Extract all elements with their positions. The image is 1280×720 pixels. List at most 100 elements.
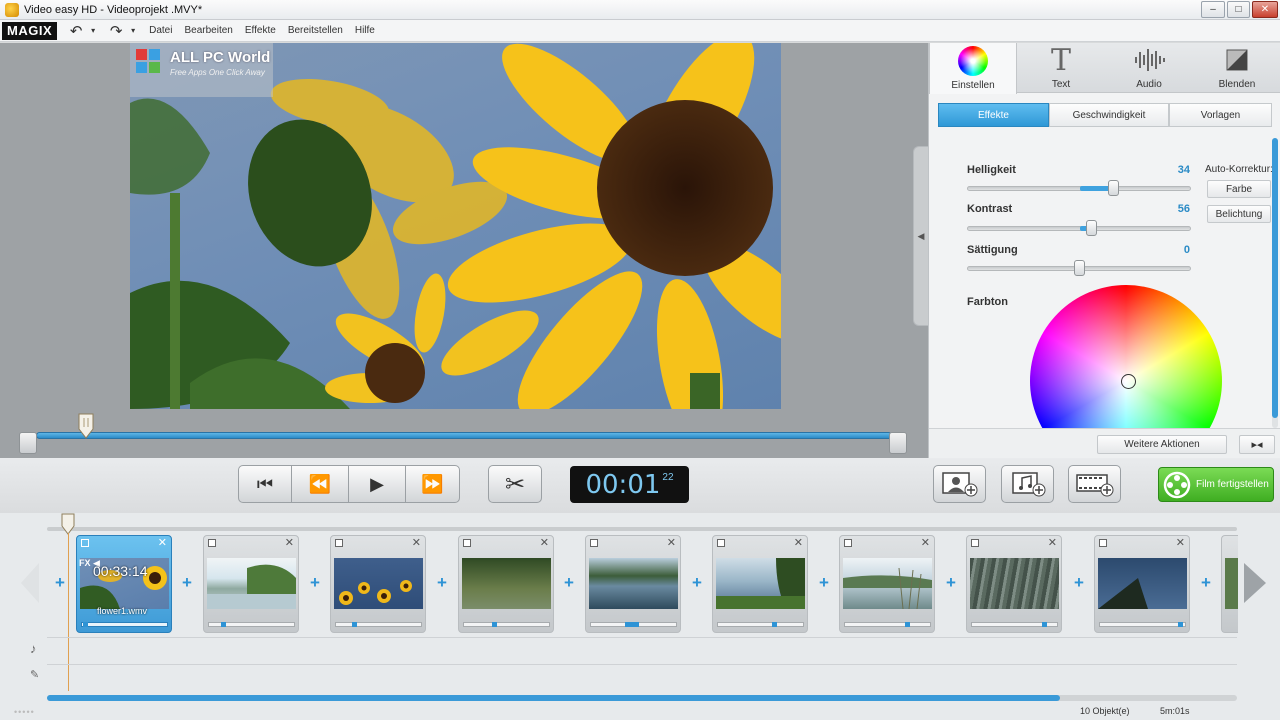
timeline-ruler[interactable] — [47, 527, 1237, 531]
auto-belichtung-button[interactable]: Belichtung — [1207, 205, 1271, 223]
clip-checkbox[interactable] — [590, 539, 598, 547]
clip-4[interactable]: ✕ — [458, 535, 554, 633]
clip-checkbox[interactable] — [463, 539, 471, 547]
saettigung-slider-thumb[interactable] — [1074, 260, 1085, 276]
watermark: ALL PC World Free Apps One Click Away — [130, 43, 273, 97]
clip-3[interactable]: ✕ — [330, 535, 426, 633]
go-to-start-button[interactable]: ⏮ — [238, 465, 292, 503]
subtab-effekte[interactable]: Effekte — [938, 103, 1049, 127]
clip-9[interactable]: ✕ — [1094, 535, 1190, 633]
insert-plus-button[interactable]: + — [1071, 573, 1087, 592]
app-icon — [5, 2, 19, 17]
clip-remove-icon[interactable]: ✕ — [540, 536, 549, 549]
add-photo-button[interactable] — [933, 465, 986, 503]
finish-movie-button[interactable]: Film fertigstellen — [1158, 467, 1274, 502]
menu-datei[interactable]: Datei — [149, 25, 172, 36]
undo-icon[interactable]: ↶ — [65, 22, 87, 40]
video-preview[interactable] — [130, 43, 781, 409]
music-track[interactable] — [47, 637, 1237, 663]
clip-10[interactable] — [1221, 535, 1238, 633]
scrub-start-marker[interactable] — [19, 432, 37, 454]
insert-plus-button[interactable]: + — [1198, 573, 1214, 592]
insert-plus-button[interactable]: + — [179, 573, 195, 592]
more-actions-button[interactable]: Weitere Aktionen — [1097, 435, 1227, 454]
close-button[interactable]: ✕ — [1252, 1, 1278, 18]
timeline-scrollbar[interactable] — [47, 695, 1237, 701]
menu-bereitstellen[interactable]: Bereitstellen — [288, 25, 343, 36]
scrub-end-marker[interactable] — [889, 432, 907, 454]
clip-remove-icon[interactable]: ✕ — [794, 536, 803, 549]
clip-6[interactable]: ✕ — [712, 535, 808, 633]
insert-plus-button[interactable]: + — [816, 573, 832, 592]
scroll-left-icon[interactable] — [19, 561, 41, 605]
clip-remove-icon[interactable]: ✕ — [1048, 536, 1057, 549]
tab-audio[interactable]: Audio — [1105, 43, 1193, 93]
menu-effekte[interactable]: Effekte — [245, 25, 276, 36]
split-icon[interactable]: ▸◂ — [1239, 435, 1275, 454]
transport-bar: ⏮ ⏪ ▶ ⏩ ✂ 00:01 22 Film fertigstellen — [0, 458, 1280, 513]
clip-remove-icon[interactable]: ✕ — [412, 536, 421, 549]
insert-plus-button[interactable]: + — [943, 573, 959, 592]
clip-filename: flower1.wmv — [97, 606, 148, 616]
clip-checkbox[interactable] — [1099, 539, 1107, 547]
clip-checkbox[interactable] — [971, 539, 979, 547]
subtab-vorlagen[interactable]: Vorlagen — [1169, 103, 1272, 127]
minimize-button[interactable]: – — [1201, 1, 1225, 18]
tab-einstellen[interactable]: Einstellen — [929, 43, 1017, 94]
clip-remove-icon[interactable]: ✕ — [285, 536, 294, 549]
hue-cursor[interactable] — [1121, 374, 1136, 389]
redo-icon[interactable]: ↷ — [105, 22, 127, 40]
menu-bearbeiten[interactable]: Bearbeiten — [184, 25, 232, 36]
auto-farbe-button[interactable]: Farbe — [1207, 180, 1271, 198]
clip-remove-icon[interactable]: ✕ — [667, 536, 676, 549]
clip-checkbox[interactable] — [208, 539, 216, 547]
clip-remove-icon[interactable]: ✕ — [1176, 536, 1185, 549]
kontrast-slider[interactable] — [967, 220, 1191, 236]
add-video-button[interactable] — [1068, 465, 1121, 503]
play-button[interactable]: ▶ — [348, 465, 406, 503]
preview-scrub-track[interactable] — [36, 432, 892, 439]
clip-checkbox[interactable] — [335, 539, 343, 547]
insert-plus-button[interactable]: + — [434, 573, 450, 592]
clip-remove-icon[interactable]: ✕ — [158, 536, 167, 549]
clip-checkbox[interactable] — [81, 539, 89, 547]
kontrast-slider-thumb[interactable] — [1086, 220, 1097, 236]
timeline-playhead-handle[interactable] — [60, 513, 76, 535]
fast-forward-button[interactable]: ⏩ — [405, 465, 460, 503]
insert-plus-button[interactable]: + — [52, 573, 68, 592]
tab-text[interactable]: T Text — [1017, 43, 1105, 93]
clip-checkbox[interactable] — [844, 539, 852, 547]
panel-scrollbar[interactable] — [1272, 138, 1278, 428]
menu-hilfe[interactable]: Hilfe — [355, 25, 375, 36]
panel-collapse-tab[interactable]: ◀ — [913, 146, 928, 326]
helligkeit-slider[interactable] — [967, 180, 1191, 196]
insert-plus-button[interactable]: + — [561, 573, 577, 592]
saettigung-value: 0 — [1183, 244, 1190, 256]
helligkeit-label: Helligkeit — [967, 164, 1016, 176]
tab-blenden[interactable]: Blenden — [1193, 43, 1280, 93]
helligkeit-slider-thumb[interactable] — [1108, 180, 1119, 196]
clip-7[interactable]: ✕ — [839, 535, 935, 633]
saettigung-label: Sättigung — [967, 244, 1018, 256]
playhead-handle[interactable] — [77, 413, 95, 439]
timeline-scrollbar-thumb[interactable] — [47, 695, 1060, 701]
insert-plus-button[interactable]: + — [307, 573, 323, 592]
clip-8[interactable]: ✕ — [966, 535, 1062, 633]
commentary-track[interactable] — [47, 664, 1237, 691]
scroll-right-icon[interactable] — [1242, 561, 1268, 605]
clip-checkbox[interactable] — [717, 539, 725, 547]
maximize-button[interactable]: □ — [1227, 1, 1250, 18]
color-wheel-icon — [957, 45, 989, 77]
clip-remove-icon[interactable]: ✕ — [921, 536, 930, 549]
transition-icon — [1221, 44, 1253, 76]
subtab-geschwindigkeit[interactable]: Geschwindigkeit — [1049, 103, 1169, 127]
cut-button[interactable]: ✂ — [488, 465, 542, 503]
panel-scrollbar-thumb[interactable] — [1272, 138, 1278, 418]
rewind-button[interactable]: ⏪ — [291, 465, 349, 503]
insert-plus-button[interactable]: + — [689, 573, 705, 592]
add-music-button[interactable] — [1001, 465, 1054, 503]
clip-1[interactable]: ✕ FX ◀ 00:33:14 flower1.wmv — [76, 535, 172, 633]
clip-2[interactable]: ✕ — [203, 535, 299, 633]
saettigung-slider[interactable] — [967, 260, 1191, 276]
clip-5[interactable]: ✕ — [585, 535, 681, 633]
